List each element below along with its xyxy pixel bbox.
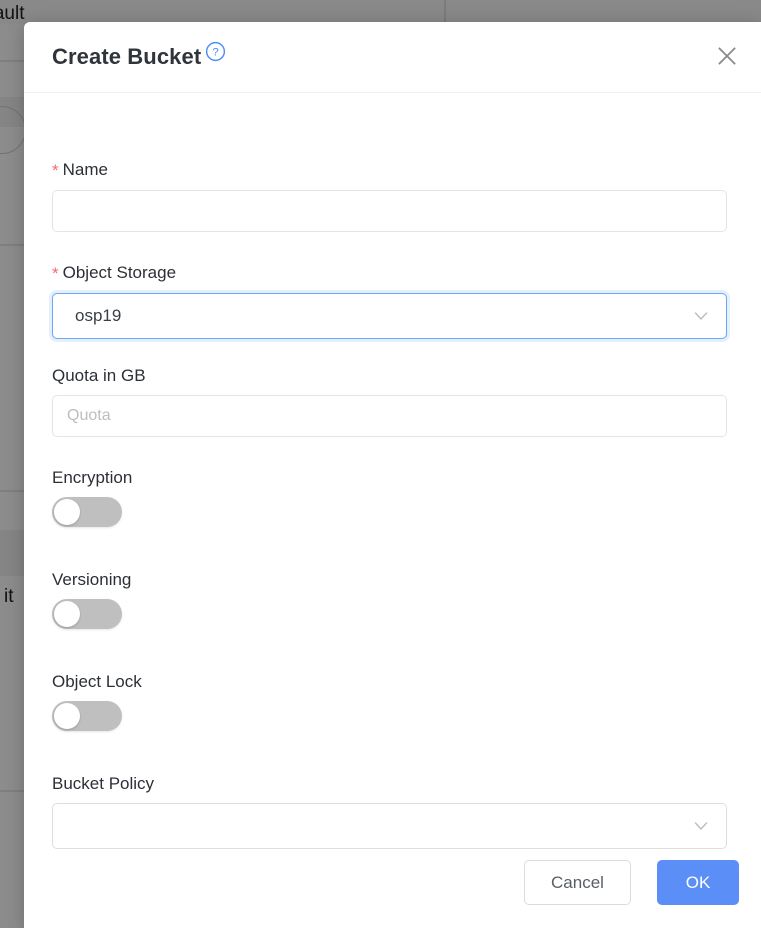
field-name-label: * Name <box>52 159 727 181</box>
object-lock-toggle[interactable] <box>52 701 122 731</box>
field-name: * Name <box>52 159 727 232</box>
field-bucket-policy-label: Bucket Policy <box>52 774 155 793</box>
svg-text:?: ? <box>212 47 218 59</box>
field-versioning-label: Versioning <box>52 570 132 589</box>
chevron-down-icon <box>692 307 710 325</box>
required-asterisk: * <box>52 264 59 283</box>
field-name-label-text: Name <box>62 160 108 179</box>
versioning-toggle[interactable] <box>52 599 122 629</box>
chevron-down-icon <box>692 817 710 835</box>
quota-input[interactable] <box>52 395 727 437</box>
field-quota-label: Quota in GB <box>52 366 146 385</box>
toggle-knob <box>54 499 80 525</box>
toggle-knob <box>54 703 80 729</box>
field-encryption-label: Encryption <box>52 468 133 487</box>
encryption-toggle[interactable] <box>52 497 122 527</box>
field-object-storage-label: * Object Storage <box>52 262 727 284</box>
cancel-button[interactable]: Cancel <box>524 860 631 905</box>
create-bucket-dialog: Create Bucket ? *Name *Object Storage <box>24 22 761 928</box>
field-versioning: Versioning <box>52 569 727 629</box>
toggle-knob <box>54 601 80 627</box>
close-icon[interactable] <box>712 41 742 71</box>
field-object-storage: * Object Storage osp19 <box>52 262 727 339</box>
field-object-storage-label-text: Object Storage <box>62 263 177 282</box>
object-storage-selected-value: osp19 <box>75 306 122 325</box>
dialog-title: Create Bucket <box>52 44 202 69</box>
name-input[interactable] <box>52 190 727 232</box>
field-encryption: Encryption <box>52 467 727 527</box>
object-storage-select[interactable]: osp19 <box>52 293 727 339</box>
field-object-lock-label: Object Lock <box>52 672 142 691</box>
dialog-footer: Cancel OK <box>24 838 761 928</box>
dialog-header: Create Bucket ? <box>24 22 761 93</box>
question-circle-icon[interactable]: ? <box>205 41 226 62</box>
required-asterisk: * <box>52 161 59 180</box>
ok-button[interactable]: OK <box>657 860 739 905</box>
field-quota: Quota in GB <box>52 365 727 437</box>
field-object-lock: Object Lock <box>52 671 727 731</box>
